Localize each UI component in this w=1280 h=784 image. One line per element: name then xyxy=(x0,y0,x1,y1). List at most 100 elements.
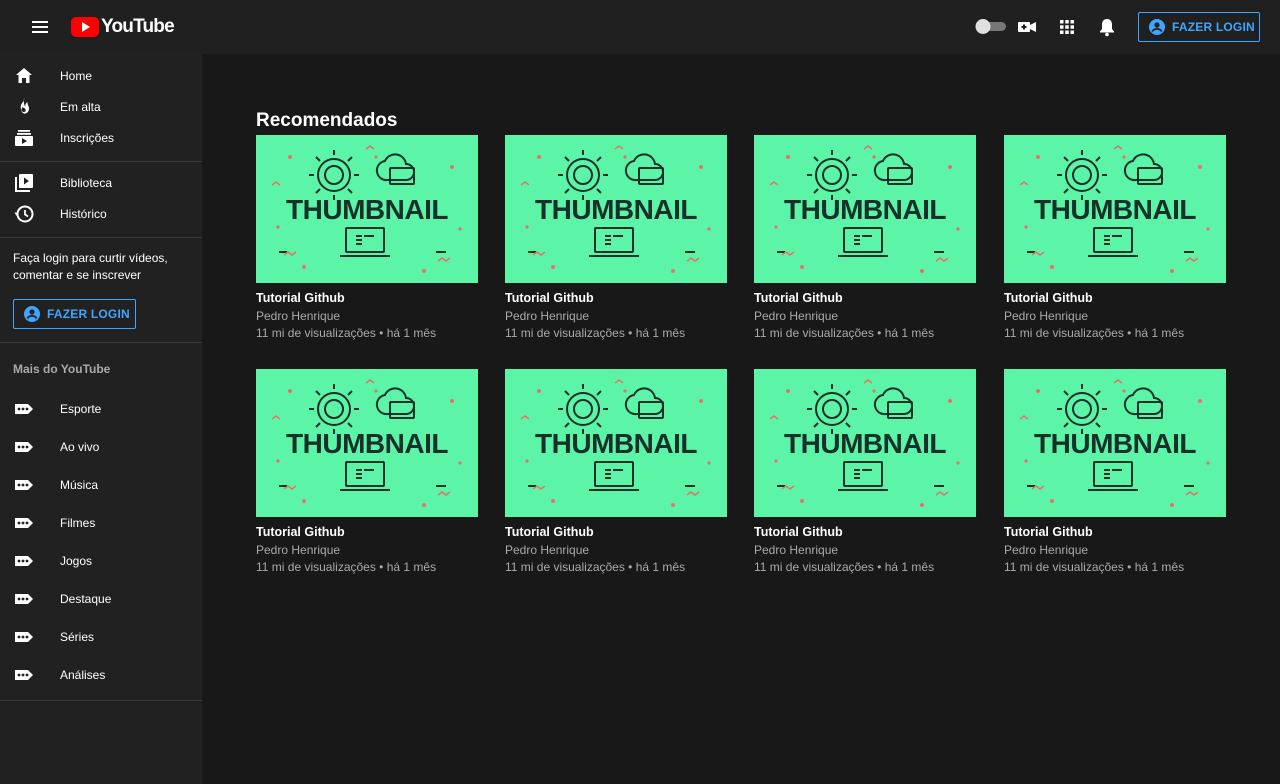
video-thumbnail: THUMBNAIL xyxy=(505,135,727,283)
account-circle-icon xyxy=(1149,19,1165,35)
video-channel[interactable]: Pedro Henrique xyxy=(1004,309,1226,323)
sidebar-divider xyxy=(0,237,202,238)
sidebar-item-label: Biblioteca xyxy=(60,176,113,190)
sidebar-item-subscriptions[interactable]: Inscrições xyxy=(0,123,202,153)
login-label: FAZER LOGIN xyxy=(1172,20,1255,34)
video-card[interactable]: THUMBNAIL Tutorial Github Pedro Henrique 1… xyxy=(256,135,478,340)
video-thumbnail: THUMBNAIL xyxy=(256,369,478,517)
account-circle-icon xyxy=(24,306,40,322)
sidebar-item-label: Inscrições xyxy=(60,131,115,145)
video-title[interactable]: Tutorial Github xyxy=(1004,525,1226,540)
video-meta: 11 mi de visualizações • há 1 mês xyxy=(256,326,437,340)
video-meta: 11 mi de visualizações • há 1 mês xyxy=(505,326,686,340)
create-video-icon[interactable] xyxy=(1015,15,1039,39)
thumbnail-text: THUMBNAIL xyxy=(286,428,448,459)
video-channel[interactable]: Pedro Henrique xyxy=(505,543,727,557)
video-card[interactable]: THUMBNAIL Tutorial Github Pedro Henrique 1… xyxy=(1004,135,1226,340)
more-icon xyxy=(15,442,33,452)
sidebar-item-label: Análises xyxy=(60,668,106,682)
video-title[interactable]: Tutorial Github xyxy=(256,291,478,306)
sidebar-item-more[interactable]: Música xyxy=(0,470,202,500)
video-thumbnail: THUMBNAIL xyxy=(256,135,478,283)
youtube-play-logo-icon xyxy=(71,17,99,37)
login-hint-text: Faça login para curtir vídeos, comentar … xyxy=(13,251,168,282)
sidebar-item-trending[interactable]: Em alta xyxy=(0,92,202,122)
login-button-header[interactable]: FAZER LOGIN xyxy=(1138,12,1260,42)
dark-mode-toggle[interactable] xyxy=(975,19,1007,34)
subscriptions-icon xyxy=(15,130,33,146)
video-channel[interactable]: Pedro Henrique xyxy=(754,309,976,323)
sidebar-item-more[interactable]: Séries xyxy=(0,622,202,652)
sidebar-item-label: Esporte xyxy=(60,402,102,416)
video-title[interactable]: Tutorial Github xyxy=(505,291,727,306)
more-icon xyxy=(15,670,33,680)
logo-text: YouTube xyxy=(101,16,175,37)
page-title: Recomendados xyxy=(256,110,398,131)
more-icon xyxy=(15,632,33,642)
login-label: FAZER LOGIN xyxy=(47,307,130,321)
more-icon xyxy=(15,480,33,490)
video-thumbnail: THUMBNAIL xyxy=(1004,135,1226,283)
video-thumbnail: THUMBNAIL xyxy=(505,369,727,517)
video-card[interactable]: THUMBNAIL Tutorial Github Pedro Henrique 1… xyxy=(1004,369,1226,574)
video-channel[interactable]: Pedro Henrique xyxy=(754,543,976,557)
video-title[interactable]: Tutorial Github xyxy=(1004,291,1226,306)
video-meta: 11 mi de visualizações • há 1 mês xyxy=(754,560,935,574)
login-button-sidebar[interactable]: FAZER LOGIN xyxy=(13,299,136,329)
video-meta: 11 mi de visualizações • há 1 mês xyxy=(1004,560,1185,574)
video-channel[interactable]: Pedro Henrique xyxy=(256,309,478,323)
video-thumbnail: THUMBNAIL xyxy=(754,135,976,283)
sidebar-item-history[interactable]: Histórico xyxy=(0,199,202,229)
video-channel[interactable]: Pedro Henrique xyxy=(505,309,727,323)
thumbnail-text: THUMBNAIL xyxy=(286,194,448,225)
video-title[interactable]: Tutorial Github xyxy=(754,525,976,540)
video-meta: 11 mi de visualizações • há 1 mês xyxy=(1004,326,1185,340)
sidebar-item-more[interactable]: Filmes xyxy=(0,508,202,538)
video-meta: 11 mi de visualizações • há 1 mês xyxy=(754,326,935,340)
video-card[interactable]: THUMBNAIL Tutorial Github Pedro Henrique 1… xyxy=(505,135,727,340)
sidebar-item-more[interactable]: Jogos xyxy=(0,546,202,576)
apps-grid-icon[interactable] xyxy=(1055,15,1079,39)
video-card[interactable]: THUMBNAIL Tutorial Github Pedro Henrique 1… xyxy=(754,369,976,574)
sidebar-item-more[interactable]: Ao vivo xyxy=(0,432,202,462)
sidebar-item-more[interactable]: Análises xyxy=(0,660,202,690)
home-icon xyxy=(16,68,32,83)
sidebar-item-home[interactable]: Home xyxy=(0,61,202,91)
video-channel[interactable]: Pedro Henrique xyxy=(256,543,478,557)
sidebar-item-label: Ao vivo xyxy=(60,440,100,454)
sidebar-item-library[interactable]: Biblioteca xyxy=(0,168,202,198)
sidebar-item-label: Destaque xyxy=(60,592,112,606)
section-title-more: Mais do YouTube xyxy=(13,362,111,376)
sidebar-item-label: Home xyxy=(60,69,93,83)
video-title[interactable]: Tutorial Github xyxy=(256,525,478,540)
thumbnail-text: THUMBNAIL xyxy=(784,194,946,225)
video-title[interactable]: Tutorial Github xyxy=(754,291,976,306)
more-icon xyxy=(15,594,33,604)
sidebar-divider xyxy=(0,161,202,162)
video-card[interactable]: THUMBNAIL Tutorial Github Pedro Henrique 1… xyxy=(754,135,976,340)
thumbnail-text: THUMBNAIL xyxy=(1034,194,1196,225)
more-icon xyxy=(15,518,33,528)
sidebar-item-label: Histórico xyxy=(60,207,107,221)
sidebar-item-more[interactable]: Esporte xyxy=(0,394,202,424)
video-title[interactable]: Tutorial Github xyxy=(505,525,727,540)
sidebar: Home Em alta Inscrições Biblioteca Histó… xyxy=(0,54,202,784)
video-card[interactable]: THUMBNAIL Tutorial Github Pedro Henrique 1… xyxy=(505,369,727,574)
history-icon xyxy=(14,205,34,223)
thumbnail-text: THUMBNAIL xyxy=(535,428,697,459)
sidebar-item-label: Música xyxy=(60,478,99,492)
sidebar-item-label: Séries xyxy=(60,630,95,644)
sidebar-divider xyxy=(0,700,202,701)
thumbnail-text: THUMBNAIL xyxy=(535,194,697,225)
video-thumbnail: THUMBNAIL xyxy=(1004,369,1226,517)
notifications-bell-icon[interactable] xyxy=(1095,15,1119,39)
trending-fire-icon xyxy=(20,98,29,114)
menu-icon[interactable] xyxy=(26,15,54,39)
sidebar-item-more[interactable]: Destaque xyxy=(0,584,202,614)
video-channel[interactable]: Pedro Henrique xyxy=(1004,543,1226,557)
video-meta: 11 mi de visualizações • há 1 mês xyxy=(505,560,686,574)
video-card[interactable]: THUMBNAIL Tutorial Github Pedro Henrique 1… xyxy=(256,369,478,574)
sidebar-item-label: Em alta xyxy=(60,100,101,114)
youtube-logo[interactable]: YouTube xyxy=(71,15,175,39)
library-icon xyxy=(15,174,33,192)
